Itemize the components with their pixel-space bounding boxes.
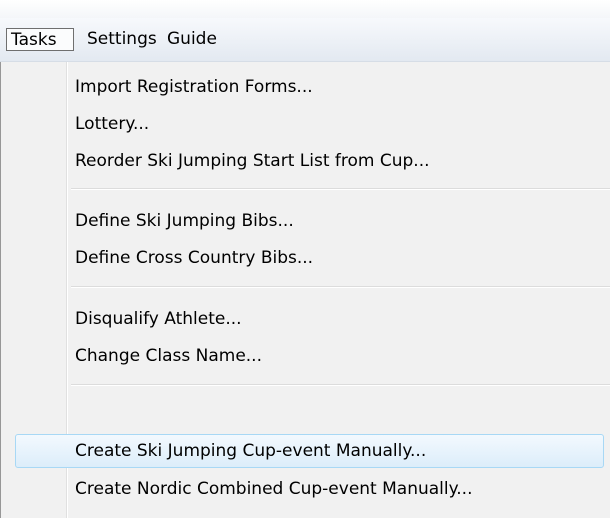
menu-separator [71,384,610,386]
menu-separator [71,188,610,190]
window-top-strip [0,0,610,18]
menu-item-import-registration-forms[interactable]: Import Registration Forms... [75,70,595,104]
menu-item-lottery[interactable]: Lottery... [75,107,595,141]
menu-item-define-ski-jumping-bibs[interactable]: Define Ski Jumping Bibs... [75,204,595,238]
application-window: Tasks Settings Guide Import Registration… [0,0,610,518]
menu-item-create-nordic-combined-cup-event[interactable]: Create Nordic Combined Cup-event Manuall… [75,472,595,506]
menu-item-define-cross-country-bibs[interactable]: Define Cross Country Bibs... [75,241,595,275]
menu-bar: Tasks Settings Guide [0,18,610,62]
menu-separator [71,286,610,288]
tasks-dropdown-menu: Import Registration Forms... Lottery... … [0,62,610,518]
menu-guide[interactable]: Guide [167,28,217,51]
menu-item-reorder-ski-jumping-start-list[interactable]: Reorder Ski Jumping Start List from Cup.… [75,144,595,178]
menu-item-change-class-name[interactable]: Change Class Name... [75,339,595,373]
menu-item-disqualify-athlete[interactable]: Disqualify Athlete... [75,302,595,336]
menu-tasks[interactable]: Tasks [6,28,74,51]
menu-settings[interactable]: Settings [87,28,157,51]
menu-item-create-ski-jumping-cup-event[interactable]: Create Ski Jumping Cup-event Manually... [75,434,595,468]
